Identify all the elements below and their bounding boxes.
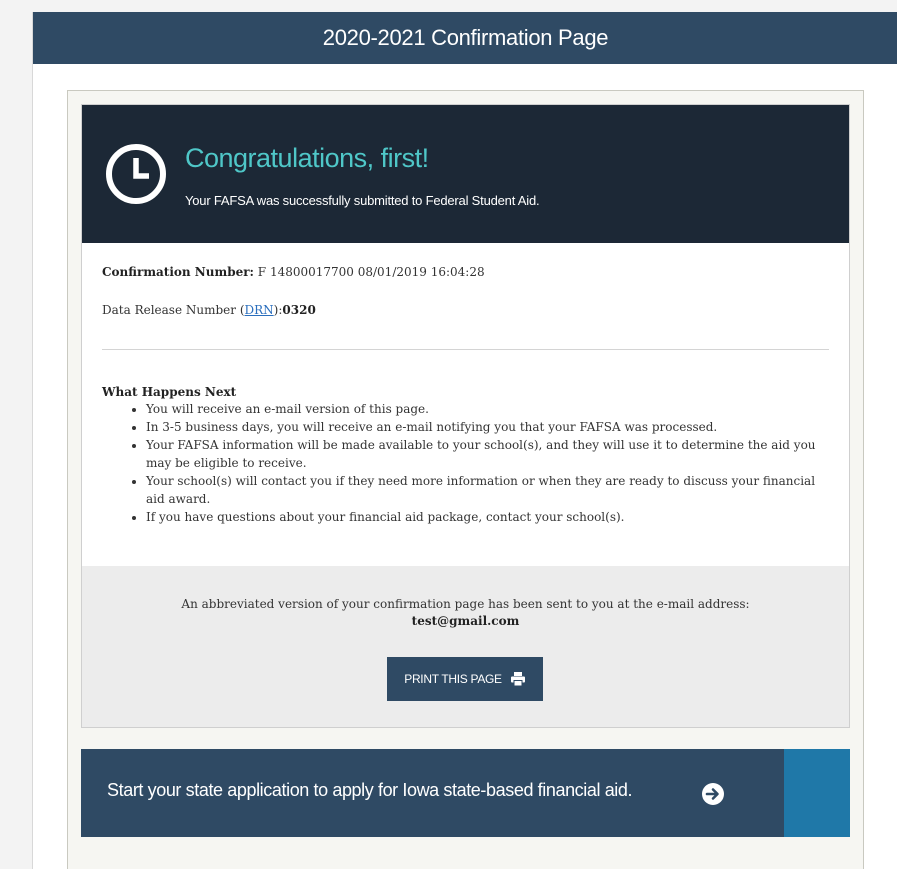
email-notice: An abbreviated version of your confirmat…	[82, 596, 849, 630]
state-application-text: Start your state application to apply fo…	[107, 780, 633, 800]
list-item: Your FAFSA information will be made avai…	[146, 436, 832, 472]
arrow-right-circle-icon[interactable]	[701, 782, 725, 806]
list-item: You will receive an e-mail version of th…	[146, 400, 832, 418]
drn-label-before: Data Release Number (	[102, 303, 245, 317]
list-item: If you have questions about your financi…	[146, 508, 832, 526]
what-happens-next: What Happens Next You will receive an e-…	[102, 385, 832, 526]
drn-value: 0320	[282, 303, 316, 317]
email-notice-area: An abbreviated version of your confirmat…	[82, 566, 849, 727]
email-address: test@gmail.com	[411, 614, 520, 628]
print-button-label: PRINT THIS PAGE	[404, 672, 502, 686]
what-happens-next-title: What Happens Next	[102, 385, 237, 399]
divider	[102, 349, 829, 350]
list-item: Your school(s) will contact you if they …	[146, 472, 832, 508]
state-application-banner[interactable]: Start your state application to apply fo…	[81, 749, 850, 837]
print-page-button[interactable]: PRINT THIS PAGE	[387, 657, 543, 701]
page-frame: 2020-2021 Confirmation Page Congratulati…	[32, 12, 897, 869]
confirmation-number-label: Confirmation Number:	[102, 265, 254, 279]
confirmation-number: Confirmation Number: F 14800017700 08/01…	[102, 265, 485, 279]
congratulations-title: Congratulations, first!	[185, 143, 429, 173]
data-release-number: Data Release Number (DRN):0320	[102, 303, 316, 317]
list-item: In 3-5 business days, you will receive a…	[146, 418, 832, 436]
state-banner-accent	[784, 749, 850, 837]
printer-icon	[510, 672, 525, 686]
next-steps-list: You will receive an e-mail version of th…	[146, 400, 832, 526]
submission-message: Your FAFSA was successfully submitted to…	[185, 193, 540, 208]
congratulations-banner: Congratulations, first! Your FAFSA was s…	[82, 105, 849, 243]
email-notice-text: An abbreviated version of your confirmat…	[181, 597, 750, 611]
confirmation-card: Congratulations, first! Your FAFSA was s…	[81, 104, 850, 728]
content-box: Congratulations, first! Your FAFSA was s…	[67, 90, 864, 869]
page-title: 2020-2021 Confirmation Page	[322, 25, 609, 50]
drn-link[interactable]: DRN	[245, 303, 274, 317]
clock-icon	[106, 144, 166, 204]
title-bar: 2020-2021 Confirmation Page	[33, 12, 897, 64]
confirmation-number-value: F 14800017700 08/01/2019 16:04:28	[253, 265, 485, 279]
